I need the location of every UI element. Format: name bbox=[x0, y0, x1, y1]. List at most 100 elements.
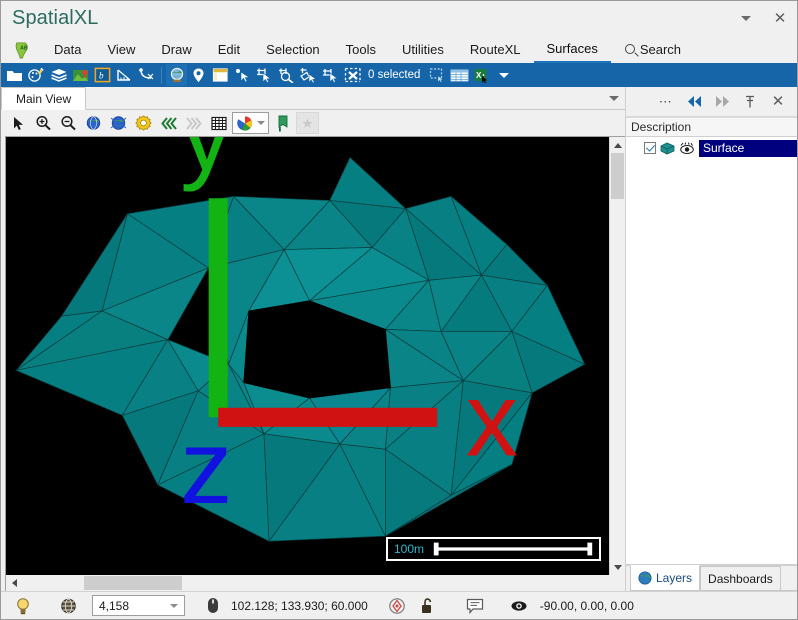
close-icon: ✕ bbox=[771, 93, 785, 110]
ribbon-tab-edit[interactable]: Edit bbox=[205, 37, 253, 63]
chevron-down-icon bbox=[170, 603, 178, 608]
titlebar-dropdown-button[interactable] bbox=[729, 3, 763, 33]
svg-text:y: y bbox=[180, 137, 233, 193]
viewport-3d-canvas[interactable]: y x z 100m bbox=[6, 137, 609, 575]
palette-pin-icon bbox=[28, 67, 44, 82]
view-settings-button[interactable] bbox=[132, 112, 155, 134]
ribbon-tab-label: Edit bbox=[217, 41, 241, 57]
grid-button[interactable] bbox=[207, 112, 230, 134]
select-circle-button[interactable] bbox=[276, 64, 297, 86]
select-point-button[interactable] bbox=[232, 64, 253, 86]
zoom-in-icon bbox=[36, 115, 51, 131]
document-tab-filler bbox=[86, 87, 603, 109]
bookmark-flag-button[interactable] bbox=[271, 112, 294, 134]
zoom-previous-button[interactable] bbox=[107, 112, 130, 134]
step-back-button[interactable] bbox=[157, 112, 180, 134]
ribbon-tab-selection[interactable]: Selection bbox=[253, 37, 332, 63]
scale-bar: 100m bbox=[385, 537, 601, 561]
zoom-in-button[interactable] bbox=[32, 112, 55, 134]
ribbon-search-button[interactable]: Search bbox=[611, 37, 691, 63]
select-subtract-button[interactable] bbox=[320, 64, 341, 86]
dock-expand-right-button[interactable] bbox=[709, 90, 735, 114]
ribbon-tab-draw[interactable]: Draw bbox=[148, 37, 204, 63]
ribbon-tab-routexl[interactable]: RouteXL bbox=[457, 37, 534, 63]
ribbon-tab-label: Selection bbox=[266, 41, 320, 57]
dock-more-options-button[interactable]: ⋯ bbox=[653, 90, 679, 114]
viewport-container: y x z 100m bbox=[1, 136, 625, 591]
step-forward-button[interactable] bbox=[182, 112, 205, 134]
scroll-down-button[interactable] bbox=[610, 559, 625, 575]
annotation-icon bbox=[466, 598, 483, 614]
node-edit-button[interactable] bbox=[136, 64, 157, 86]
viewport-horizontal-scrollbar[interactable] bbox=[5, 575, 625, 591]
viewport-row: y x z 100m bbox=[5, 136, 625, 575]
scroll-left-button[interactable] bbox=[6, 575, 22, 591]
light-toggle-button[interactable] bbox=[5, 594, 37, 618]
bookmark-b-button[interactable]: b bbox=[92, 64, 113, 86]
palette-pin-button[interactable] bbox=[26, 64, 47, 86]
ribbon-tab-surfaces[interactable]: Surfaces bbox=[533, 37, 611, 63]
horizontal-scroll-thumb[interactable] bbox=[84, 576, 182, 590]
window-snapshot-button[interactable] bbox=[210, 64, 231, 86]
export-excel-button[interactable]: X bbox=[471, 64, 492, 86]
color-palette-combo[interactable] bbox=[232, 112, 269, 134]
snapshot-star-button[interactable] bbox=[296, 112, 319, 134]
attribute-table-button[interactable] bbox=[449, 64, 470, 86]
ribbon-tab-data[interactable]: Data bbox=[41, 37, 94, 63]
document-tab-main-view[interactable]: Main View bbox=[1, 87, 87, 110]
vertical-scroll-track[interactable] bbox=[610, 153, 625, 559]
measure-ruler-button[interactable] bbox=[114, 64, 135, 86]
lock-toggle-button[interactable] bbox=[414, 594, 440, 618]
selection-status-label: 0 selected bbox=[368, 69, 421, 81]
window-close-button[interactable]: ✕ bbox=[763, 3, 797, 33]
vertical-scroll-thumb[interactable] bbox=[611, 153, 624, 199]
layer-name-label[interactable]: Surface bbox=[699, 139, 797, 157]
toolbar-overflow-button[interactable] bbox=[493, 64, 514, 86]
selection-add-icon bbox=[429, 68, 444, 83]
layers-tree[interactable]: Surface bbox=[626, 137, 797, 565]
select-polygon-button[interactable] bbox=[298, 64, 319, 86]
open-folder-button[interactable] bbox=[4, 64, 25, 86]
visibility-eye-icon[interactable] bbox=[679, 141, 695, 155]
viewport-vertical-scrollbar[interactable] bbox=[609, 137, 625, 575]
document-tab-overflow-button[interactable] bbox=[603, 87, 625, 109]
annotation-button[interactable] bbox=[460, 594, 490, 618]
dock-close-button[interactable]: ✕ bbox=[765, 90, 791, 114]
layers-column-header: Description bbox=[626, 117, 797, 137]
layer-visibility-checkbox[interactable] bbox=[644, 142, 656, 154]
clear-selection-button[interactable] bbox=[342, 64, 363, 86]
ribbon-tab-view[interactable]: View bbox=[94, 37, 148, 63]
ribbon-tab-utilities[interactable]: Utilities bbox=[389, 37, 457, 63]
scroll-up-button[interactable] bbox=[610, 137, 625, 153]
render-mode-button[interactable] bbox=[53, 594, 84, 618]
scale-bar-label: 100m bbox=[393, 542, 424, 556]
title-bar: SpatialXL ✕ bbox=[1, 1, 797, 35]
select-rectangle-button[interactable] bbox=[254, 64, 275, 86]
bookmark-flag-icon bbox=[278, 115, 287, 131]
app-title: SpatialXL bbox=[12, 6, 99, 29]
location-pin-button[interactable] bbox=[188, 64, 209, 86]
svg-text:z: z bbox=[180, 409, 232, 503]
dock-pin-button[interactable] bbox=[737, 90, 763, 114]
map-image-button[interactable] bbox=[70, 64, 91, 86]
zoom-out-button[interactable] bbox=[57, 112, 80, 134]
chevron-down-icon bbox=[498, 72, 509, 78]
pointer-select-button[interactable] bbox=[7, 112, 30, 134]
selection-add-button[interactable] bbox=[427, 64, 448, 86]
element-count-combo[interactable]: 4,158 bbox=[92, 595, 185, 616]
color-palette-icon bbox=[237, 115, 252, 130]
app-logo-button[interactable]: AB bbox=[1, 37, 41, 63]
map-pin-image-icon bbox=[73, 69, 88, 81]
dock-tab-layers[interactable]: Layers bbox=[630, 565, 701, 591]
globe-3d-button[interactable] bbox=[166, 64, 187, 86]
mouse-icon bbox=[208, 598, 218, 613]
dock-collapse-left-button[interactable] bbox=[681, 90, 707, 114]
snap-mode-button[interactable] bbox=[382, 594, 412, 618]
layer-tree-row-surface[interactable]: Surface bbox=[626, 139, 797, 157]
layers-stack-button[interactable] bbox=[48, 64, 69, 86]
ribbon-tab-tools[interactable]: Tools bbox=[333, 37, 389, 63]
zoom-extent-button[interactable] bbox=[82, 112, 105, 134]
horizontal-scroll-track[interactable] bbox=[22, 575, 625, 591]
dock-tab-dashboards[interactable]: Dashboards bbox=[700, 566, 781, 591]
svg-text:AB: AB bbox=[20, 45, 28, 51]
